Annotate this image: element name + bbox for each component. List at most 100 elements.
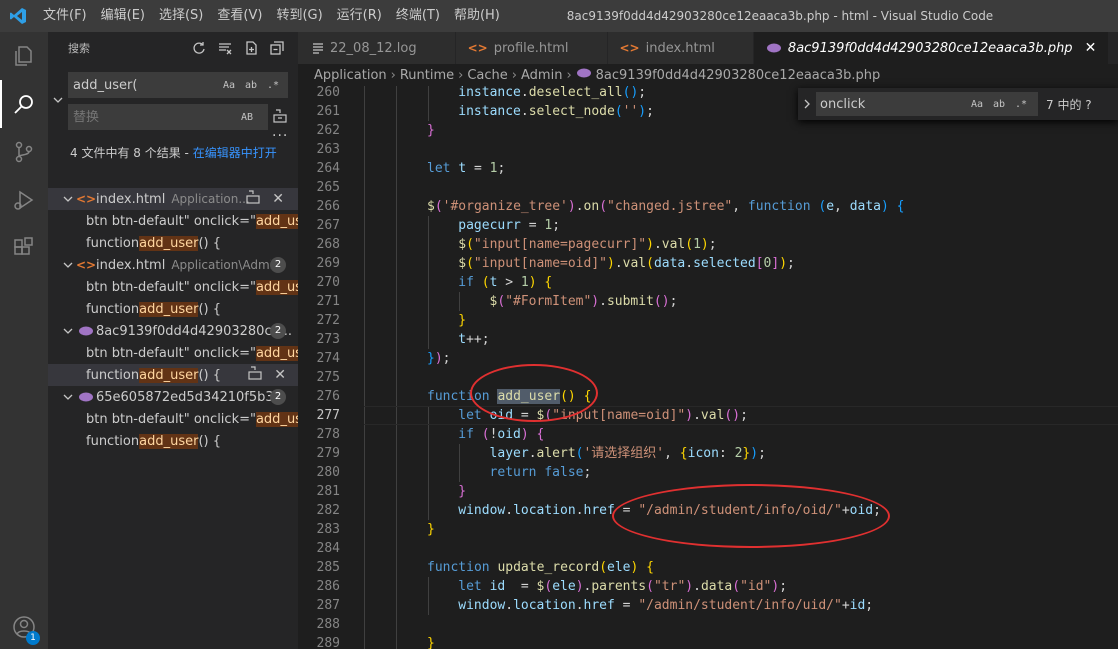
explorer-icon[interactable] — [0, 32, 48, 80]
code-token: = — [614, 503, 639, 518]
code-line[interactable]: 269 $("input[name=oid]").val(data.selecte… — [298, 254, 1118, 273]
code-line[interactable]: 279 layer.alert('请选择组织', {icon: 2}); — [298, 444, 1118, 463]
code-line[interactable]: 264 let t = 1; — [298, 159, 1118, 178]
breadcrumb-item[interactable]: Admin — [521, 68, 562, 83]
code-line[interactable]: 278 if (!oid) { — [298, 425, 1118, 444]
result-match-row[interactable]: function add_user() { — [48, 232, 298, 254]
code-line[interactable]: 282 window.location.href = "/admin/studen… — [298, 501, 1118, 520]
menu-item[interactable]: 查看(V) — [210, 0, 269, 32]
open-in-editor-link[interactable]: 在编辑器中打开 — [193, 146, 277, 160]
menu-item[interactable]: 选择(S) — [152, 0, 210, 32]
chevron-down-icon[interactable] — [60, 326, 76, 336]
code-line[interactable]: 272} — [298, 311, 1118, 330]
code-line[interactable]: 274}); — [298, 349, 1118, 368]
match-case-option[interactable]: Aa — [218, 80, 240, 91]
result-file-name: index.html — [96, 257, 166, 273]
menu-item[interactable]: 编辑(E) — [94, 0, 152, 32]
code-line[interactable]: 268 $("input[name=pagecurr]").val(1); — [298, 235, 1118, 254]
code-line[interactable]: 285 function update_record(ele) { — [298, 558, 1118, 577]
code-line[interactable]: 277 let oid = $("input[name=oid]").val(); — [298, 406, 1118, 425]
search-input[interactable] — [68, 77, 218, 93]
search-icon[interactable] — [0, 80, 48, 128]
replace-input[interactable] — [68, 109, 218, 125]
code-line[interactable]: 263 — [298, 140, 1118, 159]
regex-option[interactable]: .* — [262, 80, 284, 91]
code-line[interactable]: 288 — [298, 615, 1118, 634]
code-line[interactable]: 270 if (t > 1) { — [298, 273, 1118, 292]
result-file-row[interactable]: 8ac9139f0dd4d42903280ce... 2 — [48, 320, 298, 342]
code-line[interactable]: 273 t++; — [298, 330, 1118, 349]
more-options-icon[interactable]: ··· — [272, 128, 288, 144]
result-file-row[interactable]: <>index.html Application\Admi...2 — [48, 254, 298, 276]
find-input[interactable]: onclick — [816, 97, 966, 112]
result-match-row[interactable]: btn btn-default" onclick="add_user... — [48, 342, 298, 364]
dismiss-match-icon[interactable]: ✕ — [274, 367, 286, 383]
chevron-down-icon[interactable] — [60, 392, 76, 402]
breadcrumb-item[interactable]: Cache — [467, 68, 507, 83]
breadcrumb-item[interactable]: Runtime — [400, 68, 454, 83]
result-match-row[interactable]: function add_user() {✕ — [48, 364, 298, 386]
code-line[interactable]: 265 — [298, 178, 1118, 197]
result-match-row[interactable]: btn btn-default" onclick="add_user... — [48, 408, 298, 430]
replace-match-icon[interactable] — [248, 366, 262, 384]
close-icon[interactable]: ✕ — [1085, 40, 1097, 56]
result-file-row[interactable]: <> index.html Application... ✕ — [48, 188, 298, 210]
code-token: oid — [497, 427, 521, 442]
result-file-row[interactable]: 65e605872ed5d34210f5b3... 2 — [48, 386, 298, 408]
result-match-row[interactable]: btn btn-default" onclick="add_user... — [48, 210, 298, 232]
code-editor[interactable]: 260 instance.deselect_all(); 261 instance.s… — [298, 86, 1118, 649]
code-line[interactable]: 287 window.location.href = "/admin/studen… — [298, 596, 1118, 615]
tab-file[interactable]: <> profile.html — [455, 32, 608, 64]
tab-file[interactable]: <> index.html — [607, 32, 754, 64]
chevron-down-icon[interactable] — [60, 194, 76, 204]
accounts-icon[interactable]: 1 — [0, 605, 48, 649]
breadcrumb-item[interactable]: 8ac9139f0dd4d42903280ce12eaaca3b.php — [596, 68, 881, 83]
breadcrumb-item[interactable]: Application — [314, 68, 387, 83]
dismiss-icon[interactable]: ✕ — [272, 191, 284, 207]
code-line[interactable]: 280 return false; — [298, 463, 1118, 482]
new-search-editor-icon[interactable] — [242, 39, 260, 57]
code-line[interactable]: 275 — [298, 368, 1118, 387]
code-text: let id = $(ele).parents("tr").data("id")… — [458, 577, 787, 596]
code-line[interactable]: 271 $("#FormItem").submit(); — [298, 292, 1118, 311]
replace-in-file-icon[interactable] — [246, 190, 260, 208]
find-regex-option[interactable]: .* — [1010, 99, 1032, 110]
toggle-replace-icon[interactable] — [52, 94, 64, 110]
menu-item[interactable]: 终端(T) — [389, 0, 447, 32]
tab-file[interactable]: 22_08_12.log — [298, 32, 456, 64]
run-debug-icon[interactable] — [0, 176, 48, 224]
code-line[interactable]: 266 $('#organize_tree').on("changed.jstre… — [298, 197, 1118, 216]
code-line[interactable]: 286 let id = $(ele).parents("tr").data("i… — [298, 577, 1118, 596]
code-line[interactable]: 283} — [298, 520, 1118, 539]
code-line[interactable]: 276 function add_user() { — [298, 387, 1118, 406]
menu-item[interactable]: 转到(G) — [269, 0, 329, 32]
refresh-icon[interactable] — [190, 39, 208, 57]
chevron-down-icon[interactable] — [60, 260, 76, 270]
result-match-row[interactable]: btn btn-default" onclick="add_user... — [48, 276, 298, 298]
code-line[interactable]: 267 pagecurr = 1; — [298, 216, 1118, 235]
find-whole-word-option[interactable]: ab — [988, 99, 1010, 110]
menu-item[interactable]: 帮助(H) — [447, 0, 507, 32]
whole-word-option[interactable]: ab — [240, 80, 262, 91]
replace-all-icon[interactable] — [272, 108, 288, 128]
toggle-find-replace-icon[interactable] — [798, 99, 816, 109]
code-line[interactable]: 262} — [298, 121, 1118, 140]
extensions-icon[interactable] — [0, 224, 48, 272]
code-line[interactable]: 284 — [298, 539, 1118, 558]
result-match-row[interactable]: function add_user() { — [48, 298, 298, 320]
menu-item[interactable]: 文件(F) — [36, 0, 94, 32]
code-text: } — [458, 311, 466, 330]
code-line[interactable]: 281} — [298, 482, 1118, 501]
code-token: { — [896, 199, 905, 214]
source-control-icon[interactable] — [0, 128, 48, 176]
code-line[interactable]: 289} — [298, 634, 1118, 649]
find-match-case-option[interactable]: Aa — [966, 99, 988, 110]
code-token: "id" — [740, 579, 772, 594]
line-number: 278 — [316, 427, 340, 442]
tab-active[interactable]: 8ac9139f0dd4d42903280ce12eaaca3b.php ✕ — [753, 32, 1110, 64]
result-match-row[interactable]: function add_user() { — [48, 430, 298, 452]
menu-item[interactable]: 运行(R) — [330, 0, 389, 32]
clear-results-icon[interactable] — [216, 39, 234, 57]
collapse-all-icon[interactable] — [268, 39, 286, 57]
preserve-case-option[interactable]: AB — [236, 112, 258, 123]
